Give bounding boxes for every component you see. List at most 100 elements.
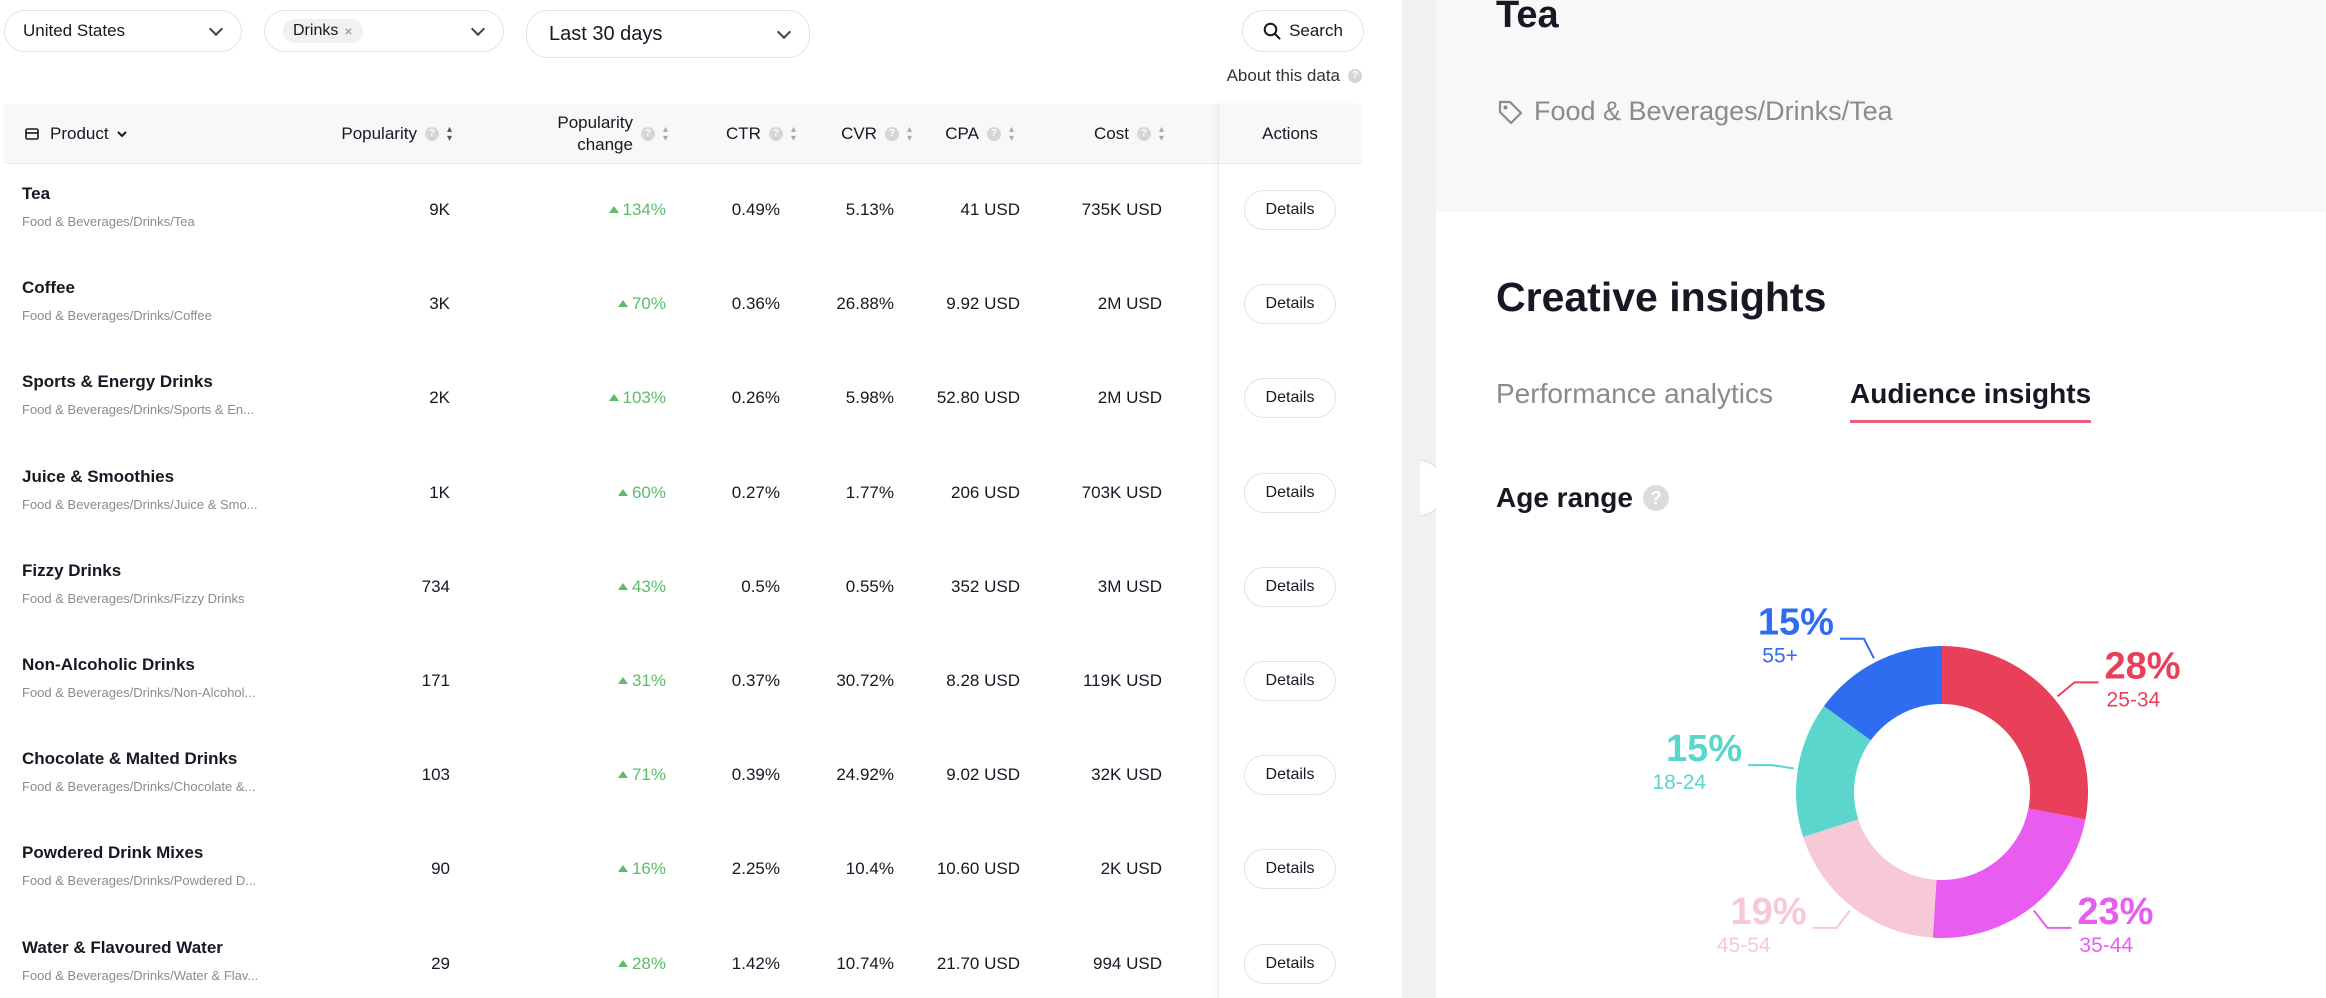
product-path: Food & Beverages/Drinks/Tea — [22, 214, 195, 229]
cell-change: 28% — [618, 954, 666, 974]
product-name: Sports & Energy Drinks — [22, 372, 213, 392]
cell-cost: 703K USD — [1081, 482, 1162, 502]
table-row[interactable]: Coffee Food & Beverages/Drinks/Coffee 3K 70… — [4, 258, 1362, 352]
table-row[interactable]: Juice & Smoothies Food & Beverages/Drinks… — [4, 447, 1362, 541]
product-name: Juice & Smoothies — [22, 466, 175, 486]
cell-cvr: 26.88% — [836, 294, 894, 314]
table-row[interactable]: Fizzy Drinks Food & Beverages/Drinks/Fizz… — [4, 541, 1362, 635]
product-path: Food & Beverages/Drinks/Chocolate &... — [22, 779, 256, 795]
cell-cpa: 8.28 USD — [946, 671, 1020, 690]
details-button[interactable]: Details — [1244, 661, 1336, 701]
product-path: Food & Beverages/Drinks/Juice & Smo... — [22, 496, 258, 512]
details-button[interactable]: Details — [1244, 566, 1336, 607]
cell-popularity: 103 — [421, 765, 450, 785]
table-row[interactable]: Chocolate & Malted Drinks Food & Beverage… — [4, 729, 1362, 823]
cell-cvr: 5.98% — [845, 388, 894, 408]
cell-popularity: 90 — [431, 859, 450, 879]
column-popularity[interactable]: Popularity ? ▴ ▾ — [304, 104, 452, 164]
age-range-title: Age range ? — [1496, 482, 1669, 514]
details-button[interactable]: Details — [1244, 472, 1336, 513]
about-data-link[interactable]: About this data ? — [1227, 66, 1362, 86]
leader-line — [2033, 909, 2072, 929]
column-product[interactable]: Product — [24, 104, 129, 164]
date-range-select[interactable]: Last 30 days — [526, 10, 810, 58]
slice-percent-label: 28% — [2105, 645, 2181, 687]
donut-slice-35-44[interactable] — [1932, 808, 2086, 938]
cell-ctr: 0.49% — [731, 200, 780, 219]
product-path: Food & Beverages/Drinks/Water & Flav... — [22, 967, 259, 983]
leader-line — [1812, 909, 1851, 929]
column-ctr[interactable]: CTR ? ▴ ▾ — [690, 104, 796, 164]
column-popularity-label: Popularity — [341, 124, 417, 143]
category-select[interactable]: Drinks × — [264, 10, 504, 52]
product-name: Water & Flavoured Water — [22, 937, 223, 957]
details-button[interactable]: Details — [1244, 849, 1336, 890]
slice-percent-label: 23% — [2077, 891, 2153, 933]
cell-cvr: 10.4% — [845, 859, 894, 879]
cell-cvr: 10.74% — [836, 953, 894, 973]
slice-age-label: 18-24 — [1652, 771, 1706, 794]
column-cvr[interactable]: CVR ? ▴ ▾ — [804, 104, 912, 164]
column-cost-label: Cost — [1094, 124, 1129, 143]
cell-cost: 994 USD — [1093, 953, 1162, 973]
table-row[interactable]: Powdered Drink Mixes Food & Beverages/Dri… — [4, 823, 1362, 917]
cell-cvr: 5.13% — [845, 200, 894, 219]
info-icon: ? — [424, 127, 439, 141]
detail-category-path: Food & Beverages/Drinks/Tea — [1496, 96, 1893, 127]
slice-percent-label: 15% — [1666, 728, 1742, 770]
chevron-down-icon — [470, 21, 486, 37]
column-cvr-label: CVR — [841, 124, 877, 143]
cell-change: 71% — [618, 765, 666, 785]
table-row[interactable]: Non-Alcoholic Drinks Food & Beverages/Dri… — [4, 635, 1362, 729]
category-chip: Drinks × — [283, 19, 363, 43]
tab-performance-analytics[interactable]: Performance analytics — [1496, 378, 1773, 410]
table-row[interactable]: Tea Food & Beverages/Drinks/Tea 9K 134% 0.49… — [4, 164, 1362, 258]
product-path: Food & Beverages/Drinks/Fizzy Drinks — [22, 590, 245, 606]
cell-cpa: 9.02 USD — [946, 765, 1020, 785]
details-button[interactable]: Details — [1244, 284, 1336, 325]
cell-popularity: 734 — [421, 576, 450, 596]
country-select[interactable]: United States — [4, 10, 242, 52]
search-button[interactable]: Search — [1242, 10, 1364, 52]
cell-cpa: 9.92 USD — [946, 294, 1020, 314]
donut-slice-25-34[interactable] — [1942, 646, 2088, 820]
cell-cost: 32K USD — [1091, 765, 1162, 785]
product-path: Food & Beverages/Drinks/Powdered D... — [22, 873, 257, 889]
donut-slice-45-54[interactable] — [1803, 819, 1937, 938]
slice-age-label: 45-54 — [1717, 934, 1771, 957]
chevron-down-icon — [776, 24, 792, 40]
info-icon[interactable]: ? — [1642, 485, 1669, 511]
slice-age-label: 55+ — [1762, 645, 1798, 668]
column-ctr-label: CTR — [726, 124, 761, 143]
column-cost[interactable]: Cost ? ▴ ▾ — [1064, 104, 1164, 164]
cell-cpa: 206 USD — [951, 482, 1020, 502]
products-table: Product Popularity ? ▴ ▾ Popularity chang… — [4, 104, 1362, 998]
creative-insights-title: Creative insights — [1496, 274, 1827, 320]
cell-ctr: 0.26% — [731, 388, 780, 408]
cell-change: 60% — [618, 483, 666, 503]
details-button[interactable]: Details — [1244, 943, 1336, 984]
cell-popularity: 1K — [429, 482, 450, 502]
product-icon — [25, 128, 39, 140]
search-icon — [1263, 22, 1281, 40]
cell-ctr: 2.25% — [731, 859, 780, 879]
cell-change: 43% — [618, 577, 666, 597]
detail-path-text: Food & Beverages/Drinks/Tea — [1534, 96, 1893, 126]
cell-cpa: 52.80 USD — [936, 388, 1020, 408]
close-icon[interactable]: × — [344, 23, 352, 39]
column-cpa[interactable]: CPA ? ▴ ▾ — [922, 104, 1014, 164]
table-row[interactable]: Water & Flavoured Water Food & Beverages/… — [4, 918, 1362, 998]
tab-audience-insights[interactable]: Audience insights — [1850, 378, 2092, 423]
table-row[interactable]: Sports & Energy Drinks Food & Beverages/D… — [4, 352, 1362, 446]
details-button[interactable]: Details — [1244, 755, 1336, 796]
details-button[interactable]: Details — [1244, 378, 1336, 419]
cell-cost: 3M USD — [1097, 576, 1162, 596]
cell-cvr: 30.72% — [836, 671, 894, 690]
details-button[interactable]: Details — [1244, 190, 1336, 230]
cell-change: 70% — [618, 294, 666, 314]
info-icon: ? — [986, 127, 1001, 141]
column-cpa-label: CPA — [945, 124, 979, 143]
sort-icon: ▴ ▾ — [790, 124, 796, 144]
slice-percent-label: 19% — [1731, 891, 1807, 933]
column-popularity-change[interactable]: Popularity change ? ▴ ▾ — [504, 104, 668, 164]
